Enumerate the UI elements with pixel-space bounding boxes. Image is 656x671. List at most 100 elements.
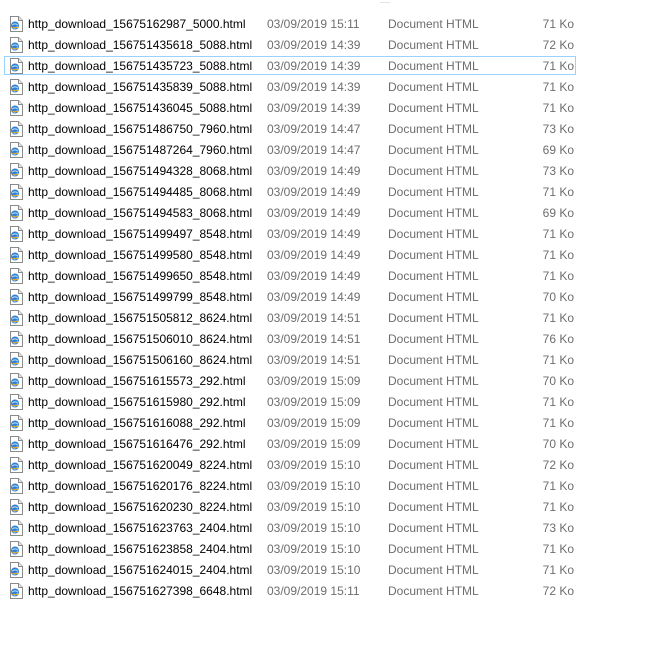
file-row[interactable]: http_download_156751499497_8548.html 03/… [0,224,656,245]
file-name: http_download_156751620176_8224.html [28,479,253,493]
file-row[interactable]: http_download_156751486750_7960.html 03/… [0,119,656,140]
file-type: Document HTML [388,143,479,157]
file-row[interactable]: http_download_156751505812_8624.html 03/… [0,308,656,329]
html-file-icon [10,562,23,578]
file-size: 71 Ko [542,500,574,514]
file-row[interactable]: http_download_156751435723_5088.html 03/… [0,56,656,77]
file-row[interactable]: http_download_156751494583_8068.html 03/… [0,203,656,224]
file-size: 71 Ko [542,269,574,283]
file-name: http_download_156751616476_292.html [28,437,246,451]
file-date-modified: 03/09/2019 14:47 [267,122,361,136]
html-file-icon [10,373,23,389]
file-list: http_download_15675162987_5000.html 03/0… [0,14,656,602]
file-type: Document HTML [388,227,479,241]
file-size: 72 Ko [542,38,574,52]
file-type: Document HTML [388,500,479,514]
file-type: Document HTML [388,437,479,451]
html-file-icon [10,163,23,179]
file-row[interactable]: http_download_156751615980_292.html 03/0… [0,392,656,413]
file-size: 71 Ko [542,416,574,430]
file-row[interactable]: http_download_156751620176_8224.html 03/… [0,476,656,497]
html-file-icon [10,79,23,95]
file-size: 73 Ko [542,164,574,178]
html-file-icon [10,268,23,284]
file-name: http_download_156751436045_5088.html [28,101,253,115]
html-file-icon [10,100,23,116]
file-date-modified: 03/09/2019 14:47 [267,143,361,157]
html-file-icon [10,541,23,557]
file-row[interactable]: http_download_156751623763_2404.html 03/… [0,518,656,539]
file-date-modified: 03/09/2019 15:09 [267,374,361,388]
file-type: Document HTML [388,521,479,535]
file-row[interactable]: http_download_156751506010_8624.html 03/… [0,329,656,350]
file-row[interactable]: http_download_156751494328_8068.html 03/… [0,161,656,182]
file-explorer-window: { "file_list": { "rows": [ {"name": "htt… [0,0,656,671]
file-size: 71 Ko [542,227,574,241]
file-name: http_download_156751615573_292.html [28,374,246,388]
file-name: http_download_156751623858_2404.html [28,542,253,556]
file-row[interactable]: http_download_156751616476_292.html 03/0… [0,434,656,455]
html-file-icon [10,520,23,536]
file-size: 71 Ko [542,80,574,94]
file-type: Document HTML [388,542,479,556]
file-name: http_download_156751494485_8068.html [28,185,253,199]
file-row[interactable]: http_download_156751435839_5088.html 03/… [0,77,656,98]
file-row[interactable]: http_download_156751620230_8224.html 03/… [0,497,656,518]
file-date-modified: 03/09/2019 15:10 [267,500,361,514]
file-size: 73 Ko [542,521,574,535]
file-date-modified: 03/09/2019 14:39 [267,101,361,115]
html-file-icon [10,583,23,599]
html-file-icon [10,205,23,221]
file-name: http_download_156751624015_2404.html [28,563,253,577]
file-row[interactable]: http_download_156751506160_8624.html 03/… [0,350,656,371]
file-size: 71 Ko [542,185,574,199]
file-row[interactable]: http_download_156751436045_5088.html 03/… [0,98,656,119]
file-name: http_download_156751486750_7960.html [28,122,253,136]
file-size: 76 Ko [542,332,574,346]
file-date-modified: 03/09/2019 14:49 [267,269,361,283]
file-type: Document HTML [388,458,479,472]
file-size: 71 Ko [542,248,574,262]
file-row[interactable]: http_download_156751616088_292.html 03/0… [0,413,656,434]
file-row[interactable]: http_download_156751494485_8068.html 03/… [0,182,656,203]
file-row[interactable]: http_download_156751623858_2404.html 03/… [0,539,656,560]
html-file-icon [10,415,23,431]
file-row[interactable]: http_download_156751435618_5088.html 03/… [0,35,656,56]
file-date-modified: 03/09/2019 15:11 [267,17,360,31]
file-date-modified: 03/09/2019 15:10 [267,563,361,577]
file-row[interactable]: http_download_156751624015_2404.html 03/… [0,560,656,581]
file-name: http_download_156751499650_8548.html [28,269,253,283]
file-type: Document HTML [388,584,479,598]
file-type: Document HTML [388,290,479,304]
html-file-icon [10,394,23,410]
file-date-modified: 03/09/2019 14:49 [267,248,361,262]
file-row[interactable]: http_download_156751499580_8548.html 03/… [0,245,656,266]
file-type: Document HTML [388,269,479,283]
file-row[interactable]: http_download_156751499650_8548.html 03/… [0,266,656,287]
file-row[interactable]: http_download_15675162987_5000.html 03/0… [0,14,656,35]
file-date-modified: 03/09/2019 15:09 [267,437,361,451]
file-type: Document HTML [388,353,479,367]
file-name: http_download_156751435618_5088.html [28,38,253,52]
file-date-modified: 03/09/2019 15:10 [267,521,361,535]
file-name: http_download_156751499497_8548.html [28,227,253,241]
file-type: Document HTML [388,164,479,178]
file-row[interactable]: http_download_156751620049_8224.html 03/… [0,455,656,476]
html-file-icon [10,58,23,74]
file-row[interactable]: http_download_156751627398_6648.html 03/… [0,581,656,602]
file-name: http_download_156751505812_8624.html [28,311,253,325]
file-date-modified: 03/09/2019 15:09 [267,395,361,409]
file-row[interactable]: http_download_156751499799_8548.html 03/… [0,287,656,308]
file-row[interactable]: http_download_156751615573_292.html 03/0… [0,371,656,392]
file-name: http_download_156751620049_8224.html [28,458,253,472]
file-name: http_download_156751616088_292.html [28,416,246,430]
file-name: http_download_156751494583_8068.html [28,206,253,220]
file-name: http_download_156751435723_5088.html [28,59,253,73]
file-size: 71 Ko [542,59,574,73]
html-file-icon [10,436,23,452]
file-date-modified: 03/09/2019 14:51 [267,353,361,367]
file-row[interactable]: http_download_156751487264_7960.html 03/… [0,140,656,161]
file-name: http_download_156751494328_8068.html [28,164,253,178]
file-size: 69 Ko [542,143,574,157]
file-type: Document HTML [388,38,479,52]
